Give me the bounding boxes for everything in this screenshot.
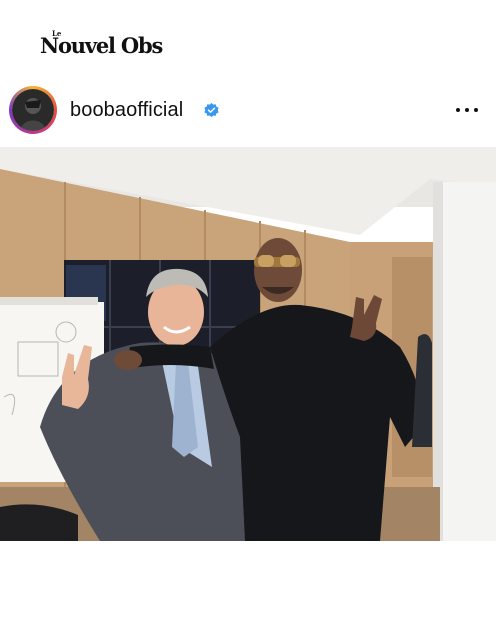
dot-icon	[456, 108, 460, 112]
logo-small-text: Le	[52, 29, 62, 38]
dot-icon	[474, 108, 478, 112]
story-ring[interactable]	[9, 86, 57, 134]
post-photo[interactable]	[0, 147, 496, 541]
photo-illustration	[0, 147, 496, 541]
avatar[interactable]	[12, 89, 54, 131]
dot-icon	[465, 108, 469, 112]
more-options-button[interactable]	[456, 108, 478, 114]
avatar-image	[12, 89, 54, 131]
logo-text: Nouvel Obs	[40, 33, 163, 58]
username[interactable]: boobaofficial	[70, 99, 183, 122]
publisher-logo: Le Nouvel Obs	[40, 29, 163, 58]
verified-badge-icon	[204, 103, 219, 118]
post-header: boobaofficial	[0, 84, 496, 136]
